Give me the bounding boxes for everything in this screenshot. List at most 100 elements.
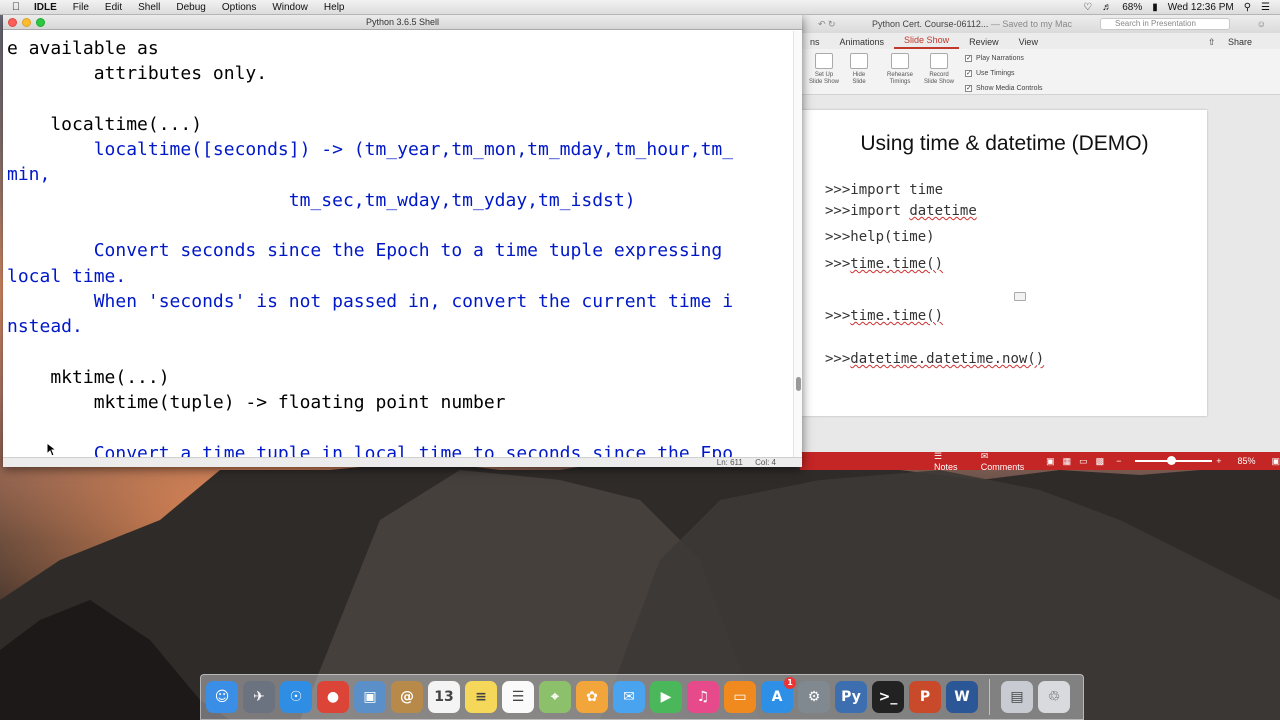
slide-canvas[interactable]: Using time & datetime (DEMO) >>>import t… <box>802 110 1207 416</box>
play-narrations-checkbox[interactable]: ✓ Play Narrations <box>965 51 1043 66</box>
dock-chrome-icon[interactable]: ● <box>317 681 349 713</box>
volume-icon[interactable]: ♬ <box>1102 2 1112 13</box>
use-timings-checkbox[interactable]: ✓ Use Timings <box>965 66 1043 81</box>
menu-window[interactable]: Window <box>264 2 316 13</box>
dock-icon-glyph: ✉ <box>623 689 635 705</box>
notes-button[interactable]: ☰ Notes <box>934 451 967 471</box>
shell-line: When 'seconds' is not passed in, convert… <box>7 291 734 312</box>
notification-center-icon[interactable]: ☰ <box>1261 2 1270 13</box>
dock-icon-glyph: ✿ <box>586 689 598 705</box>
idle-shell-window: Python 3.6.5 Shell e available as attrib… <box>3 15 802 467</box>
dock-calendar-icon[interactable]: 13 <box>428 681 460 713</box>
dock-icon-glyph: ♫ <box>696 689 710 705</box>
zoom-in-button[interactable]: + <box>1216 456 1221 466</box>
quick-access-icons[interactable]: ↶ ↻ <box>818 19 836 30</box>
dock-icon-glyph: ☉ <box>289 689 303 705</box>
dock-downloads-icon[interactable]: ▤ <box>1001 681 1033 713</box>
tab-slide-show[interactable]: Slide Show <box>894 33 960 49</box>
dock-finder-icon[interactable]: ☺ <box>206 681 238 713</box>
feedback-icon[interactable]: ☺ <box>1257 19 1266 29</box>
menu-options[interactable]: Options <box>214 2 264 13</box>
comments-button[interactable]: ✉ Comments <box>981 451 1032 471</box>
menu-edit[interactable]: Edit <box>97 2 130 13</box>
show-media-controls-checkbox[interactable]: ✓ Show Media Controls <box>965 81 1043 96</box>
hide-slide-button[interactable]: Hide Slide <box>839 53 879 86</box>
slide-code-line[interactable]: >>>time.time() <box>825 256 943 272</box>
rehearse-timings-button[interactable]: Rehearse Timings <box>880 53 920 86</box>
zoom-slider-knob[interactable] <box>1167 456 1177 465</box>
zoom-out-button[interactable]: − <box>1116 456 1121 466</box>
code-text: help(time) <box>850 229 935 245</box>
dock-icon-glyph: 13 <box>434 689 454 705</box>
tab-transitions[interactable]: ns <box>800 35 830 49</box>
dock-contacts-icon[interactable]: @ <box>391 681 423 713</box>
dock-icon-glyph: ♲ <box>1047 689 1061 705</box>
wifi-icon[interactable]: ♡ <box>1083 2 1092 13</box>
battery-icon[interactable]: ▮ <box>1152 2 1158 13</box>
rehearse-icon <box>891 53 909 69</box>
code-text: import time <box>850 182 944 198</box>
dock-facetime-icon[interactable]: ▶ <box>650 681 682 713</box>
menu-help[interactable]: Help <box>316 2 353 13</box>
menu-shell[interactable]: Shell <box>130 2 168 13</box>
tab-review[interactable]: Review <box>959 35 1009 49</box>
dock-photos-icon[interactable]: ✿ <box>576 681 608 713</box>
scrollbar-thumb[interactable] <box>796 377 801 391</box>
slide-code-line[interactable]: >>>import time <box>825 182 943 198</box>
ppt-titlebar[interactable]: ↶ ↻ Python Cert. Course-06112... — Saved… <box>800 15 1280 33</box>
zoom-slider[interactable] <box>1135 456 1213 465</box>
tab-animations[interactable]: Animations <box>830 35 895 49</box>
menu-debug[interactable]: Debug <box>168 2 213 13</box>
dock-preview-icon[interactable]: ▣ <box>354 681 386 713</box>
view-buttons[interactable]: ▣▦▭▩ <box>1046 456 1112 467</box>
spellcheck-underlined-text: datetime <box>909 203 977 219</box>
dock-launchpad-icon[interactable]: ✈ <box>243 681 275 713</box>
dock-ibooks-icon[interactable]: ▭ <box>724 681 756 713</box>
dock-notes-icon[interactable]: ≡ <box>465 681 497 713</box>
dock-icon-glyph: P <box>919 689 931 705</box>
shell-line: attributes only. <box>7 63 268 84</box>
dock-icon-glyph: ✈ <box>253 689 265 705</box>
spotlight-icon[interactable]: ⚲ <box>1244 2 1251 13</box>
prompt-text: >>> <box>825 351 851 367</box>
dock-python-icon[interactable]: Py <box>835 681 867 713</box>
dock-safari-icon[interactable]: ☉ <box>280 681 312 713</box>
dock-reminders-icon[interactable]: ☰ <box>502 681 534 713</box>
tab-view[interactable]: View <box>1009 35 1048 49</box>
vertical-scrollbar[interactable] <box>793 31 802 457</box>
slide-title[interactable]: Using time & datetime (DEMO) <box>802 132 1207 156</box>
dock-trash-icon[interactable]: ♲ <box>1038 681 1070 713</box>
share-button[interactable]: ⇧ Share <box>1198 35 1280 49</box>
line-number: Ln: 611 <box>716 458 743 467</box>
shell-line: localtime(...) <box>7 114 203 135</box>
shell-text-area[interactable]: e available as attributes only. localtim… <box>3 31 793 457</box>
dock-system-preferences-icon[interactable]: ⚙ <box>798 681 830 713</box>
dock-powerpoint-icon[interactable]: P <box>909 681 941 713</box>
search-presentation-input[interactable]: Search in Presentation <box>1100 18 1230 30</box>
set-up-slide-show-button[interactable]: Set Up Slide Show <box>804 53 844 86</box>
slide-code-line[interactable]: >>>datetime.datetime.now() <box>825 351 1044 367</box>
battery-percent[interactable]: 68% <box>1122 2 1142 13</box>
zoom-level[interactable]: 85% <box>1237 456 1255 466</box>
prompt-text: >>> <box>825 229 851 245</box>
comment-icon[interactable] <box>1014 292 1026 301</box>
record-slide-show-button[interactable]: Record Slide Show <box>919 53 959 86</box>
dock-word-icon[interactable]: W <box>946 681 978 713</box>
dock-terminal-icon[interactable]: >_ <box>872 681 904 713</box>
app-menu[interactable]: IDLE <box>32 2 65 13</box>
slide-code-line[interactable]: >>>help(time) <box>825 229 935 245</box>
fit-to-window-icon[interactable]: ▣ <box>1271 456 1280 467</box>
dock-messages-icon[interactable]: ✉ <box>613 681 645 713</box>
slide-code-line[interactable]: >>>import datetime <box>825 203 977 219</box>
dock-maps-icon[interactable]: ⌖ <box>539 681 571 713</box>
clock[interactable]: Wed 12:36 PM <box>1168 2 1234 13</box>
apple-menu-icon[interactable]:  <box>0 1 32 13</box>
menu-file[interactable]: File <box>65 2 97 13</box>
dock-app-store-icon[interactable]: A1 <box>761 677 796 713</box>
slide-code-line[interactable]: >>>time.time() <box>825 308 943 324</box>
idle-titlebar[interactable]: Python 3.6.5 Shell <box>3 15 802 30</box>
column-number: Col: 4 <box>755 458 776 467</box>
shell-line: min, <box>7 164 51 185</box>
window-title: Python 3.6.5 Shell <box>365 17 440 27</box>
dock-itunes-icon[interactable]: ♫ <box>687 681 719 713</box>
